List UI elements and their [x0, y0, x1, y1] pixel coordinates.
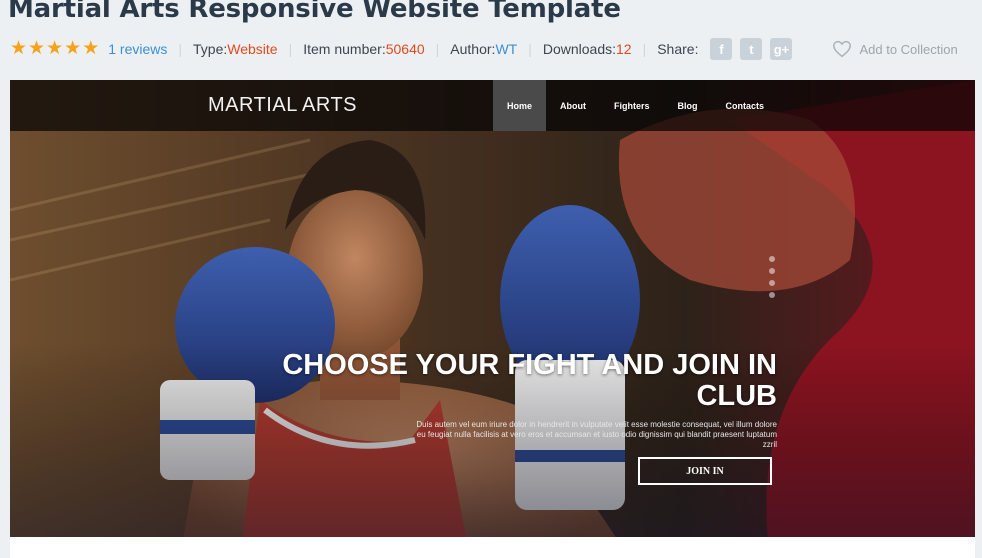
share-label: Share: [657, 41, 699, 57]
star-icon: ★ [10, 38, 28, 59]
divider: | [528, 41, 532, 57]
downloads-label: Downloads: [542, 41, 616, 57]
downloads-value: 12 [616, 41, 632, 57]
nav-blog[interactable]: Blog [664, 80, 712, 131]
twitter-icon[interactable]: t [740, 38, 763, 60]
heart-icon [833, 40, 852, 58]
hero-description: Duis autem vel eum iriure dolor in hendr… [416, 420, 777, 449]
type-value[interactable]: Website [227, 41, 277, 57]
star-icon: ★ [46, 38, 64, 59]
preview-bottom-section [10, 537, 975, 558]
nav-fighters[interactable]: Fighters [600, 80, 664, 131]
hero-image [10, 80, 975, 558]
slider-dot[interactable] [769, 280, 775, 286]
slider-dot[interactable] [769, 292, 775, 298]
join-in-button[interactable]: JOIN IN [638, 457, 772, 485]
star-icon: ★ [28, 38, 46, 59]
rating-stars: ★ ★ ★ ★ ★ [10, 38, 100, 59]
nav-about[interactable]: About [546, 80, 600, 131]
nav-home[interactable]: Home [493, 80, 547, 131]
star-icon: ★ [64, 38, 82, 59]
page-title: Martial Arts Responsive Website Template [8, 0, 621, 24]
author-link[interactable]: WT [495, 41, 517, 57]
collection-label: Add to Collection [859, 41, 958, 57]
star-icon: ★ [82, 38, 100, 59]
item-number-value: 50640 [385, 41, 425, 57]
reviews-link[interactable]: 1 reviews [108, 41, 167, 57]
preview-logo[interactable]: MARTIAL ARTS [208, 94, 357, 117]
divider: | [435, 41, 440, 57]
slider-dots [769, 256, 775, 298]
product-meta-bar: ★ ★ ★ ★ ★ 1 reviews | Type: Website | It… [10, 38, 962, 60]
divider: | [288, 41, 293, 57]
facebook-icon[interactable]: f [710, 38, 733, 60]
google-plus-icon[interactable]: g+ [770, 38, 793, 60]
add-to-collection-button[interactable]: Add to Collection [832, 40, 958, 58]
preview-navbar: MARTIAL ARTS Home About Fighters Blog Co… [10, 80, 975, 131]
divider: | [178, 41, 183, 57]
author-label: Author: [450, 41, 496, 57]
hero-headline: CHOOSE YOUR FIGHT AND JOIN IN CLUB [282, 349, 777, 412]
share-icons: f t g+ [710, 38, 793, 60]
preview-nav: Home About Fighters Blog Contacts [493, 80, 778, 131]
slider-dot[interactable] [769, 256, 775, 262]
type-label: Type: [193, 41, 228, 57]
slider-dot[interactable] [769, 268, 775, 274]
item-number-label: Item number: [303, 41, 386, 57]
divider: | [642, 41, 647, 57]
nav-contacts[interactable]: Contacts [712, 80, 779, 131]
template-preview: MARTIAL ARTS Home About Fighters Blog Co… [10, 80, 975, 558]
